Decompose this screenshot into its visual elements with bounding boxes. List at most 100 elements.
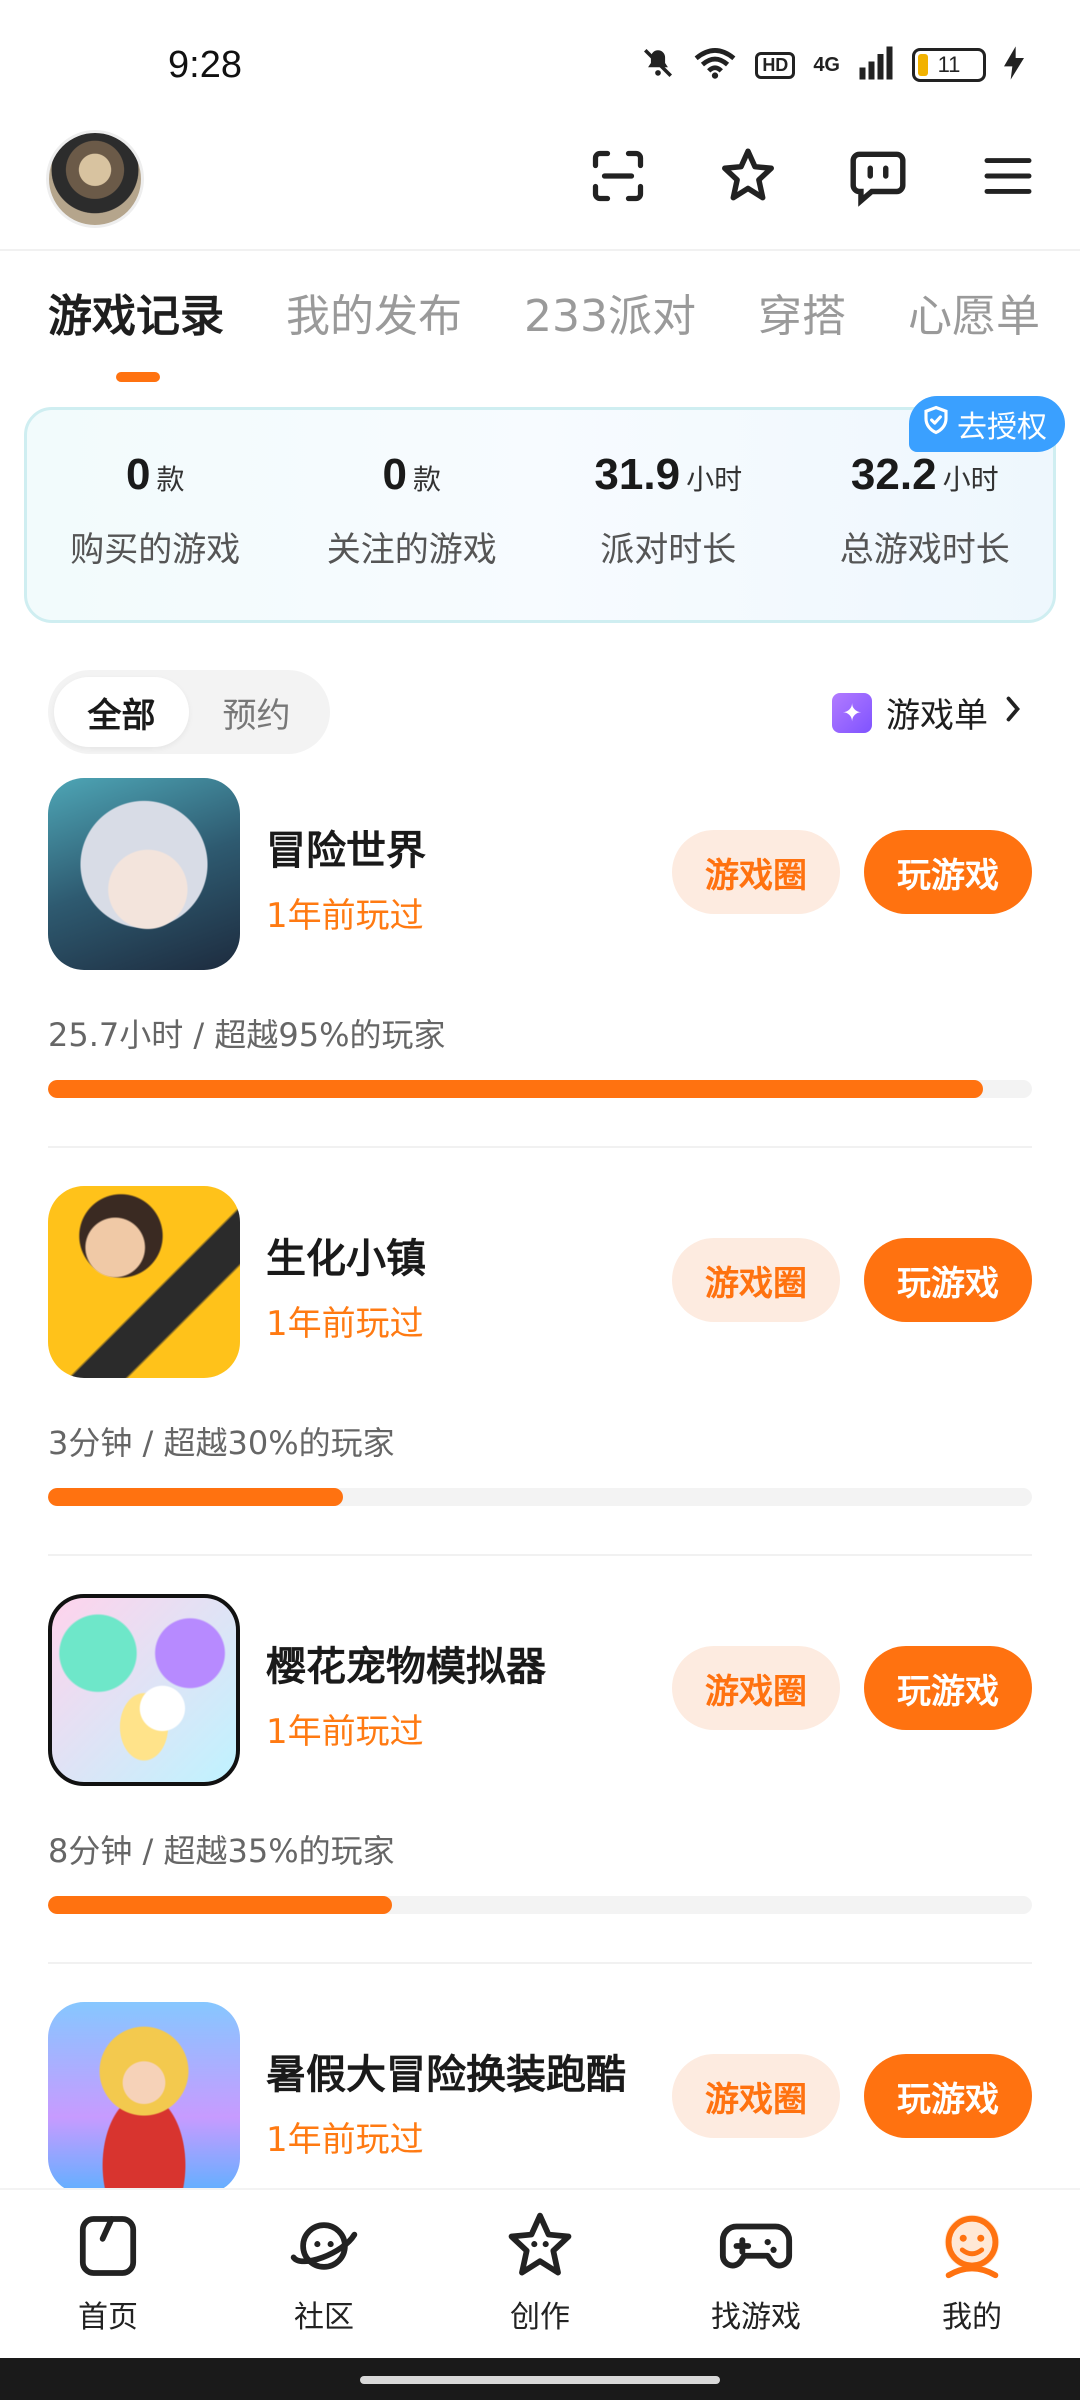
game-icon[interactable] xyxy=(48,2002,240,2194)
game-circle-button[interactable]: 游戏圈 xyxy=(672,830,840,914)
stat-label: 购买的游戏 xyxy=(70,530,241,570)
battery-indicator: 11 xyxy=(912,48,986,82)
play-game-button[interactable]: 玩游戏 xyxy=(864,1238,1032,1322)
tab-wishlist[interactable]: 心愿单 xyxy=(908,280,1040,344)
charging-icon xyxy=(1004,46,1024,84)
game-circle-button[interactable]: 游戏圈 xyxy=(672,1646,840,1730)
scan-icon[interactable] xyxy=(586,144,650,208)
status-time: 9:28 xyxy=(168,44,242,86)
menu-icon[interactable] xyxy=(976,144,1040,208)
chevron-right-icon xyxy=(1002,693,1024,733)
stat-purchased[interactable]: 0款 购买的游戏 xyxy=(27,450,284,571)
home-indicator[interactable] xyxy=(360,2376,720,2384)
nav-label: 创作 xyxy=(510,2300,570,2335)
authorize-badge[interactable]: 去授权 xyxy=(909,396,1065,452)
nav-label: 社区 xyxy=(294,2300,354,2335)
tab-party[interactable]: 233派对 xyxy=(524,280,696,344)
progress-fill xyxy=(48,1080,983,1098)
battery-level: 11 xyxy=(937,52,961,77)
game-playtime-stat: 25.7小时 / 超越95%的玩家 xyxy=(48,1016,446,1054)
game-circle-button[interactable]: 游戏圈 xyxy=(672,1238,840,1322)
playtime-progress-bar xyxy=(48,1080,1032,1098)
game-item[interactable]: 冒险世界 1年前玩过 游戏圈 玩游戏 25.7小时 / 超越95%的玩家 xyxy=(0,778,1080,1186)
header-divider xyxy=(0,249,1080,251)
stat-value: 32.2 xyxy=(850,450,937,499)
stats-row: 0款 购买的游戏 0款 关注的游戏 31.9 小时 派对时长 32.2 小时 总游戏… xyxy=(27,450,1053,571)
stat-unit: 小时 xyxy=(942,463,999,496)
mute-icon xyxy=(641,46,675,84)
authorize-label: 去授权 xyxy=(957,410,1047,445)
game-icon[interactable] xyxy=(48,778,240,970)
network-label: 4G xyxy=(813,53,840,76)
stat-label: 总游戏时长 xyxy=(839,530,1010,570)
nav-home[interactable]: 首页 xyxy=(0,2190,216,2358)
game-name: 生化小镇 xyxy=(266,1236,426,1282)
planet-icon xyxy=(284,2206,364,2286)
tab-my-posts[interactable]: 我的发布 xyxy=(286,280,462,344)
game-icon[interactable] xyxy=(48,1186,240,1378)
tab-outfits[interactable]: 穿搭 xyxy=(758,280,846,344)
play-game-button[interactable]: 玩游戏 xyxy=(864,1646,1032,1730)
game-last-played: 1年前玩过 xyxy=(266,896,424,936)
profile-tabs: 游戏记录 我的发布 233派对 穿搭 心愿单 xyxy=(48,280,1040,344)
progress-fill xyxy=(48,1488,344,1506)
nav-label: 我的 xyxy=(942,2300,1002,2335)
gamepad-icon xyxy=(716,2206,796,2286)
gamelist-label: 游戏单 xyxy=(886,696,988,736)
stat-followed[interactable]: 0款 关注的游戏 xyxy=(284,450,541,571)
nav-me[interactable]: 我的 xyxy=(864,2190,1080,2358)
message-icon[interactable] xyxy=(846,144,910,208)
progress-fill xyxy=(48,1896,393,1914)
bottom-nav: 首页 社区 创作 找游戏 我的 xyxy=(0,2188,1080,2358)
nav-find-games[interactable]: 找游戏 xyxy=(648,2190,864,2358)
system-gesture-area xyxy=(0,2358,1080,2400)
game-name: 暑假大冒险换装跑酷 xyxy=(266,2052,626,2098)
shield-icon xyxy=(921,405,951,443)
stat-party-time[interactable]: 31.9 小时 派对时长 xyxy=(540,450,797,571)
game-playtime-stat: 3分钟 / 超越30%的玩家 xyxy=(48,1424,395,1462)
tab-indicator xyxy=(116,372,160,382)
avatar[interactable] xyxy=(46,130,144,228)
nav-create[interactable]: 创作 xyxy=(432,2190,648,2358)
filter-reserved[interactable]: 预约 xyxy=(189,677,324,747)
game-item[interactable]: 樱花宠物模拟器 1年前玩过 游戏圈 玩游戏 8分钟 / 超越35%的玩家 xyxy=(0,1594,1080,2002)
stat-unit: 小时 xyxy=(686,463,743,496)
game-circle-button[interactable]: 游戏圈 xyxy=(672,2054,840,2138)
signal-icon xyxy=(858,46,894,84)
stat-total-time[interactable]: 32.2 小时 总游戏时长 xyxy=(797,450,1054,571)
badge-star-icon[interactable] xyxy=(716,144,780,208)
stat-value: 0 xyxy=(126,450,151,499)
game-name: 樱花宠物模拟器 xyxy=(266,1644,546,1690)
hd-badge: HD xyxy=(755,51,796,79)
filter-segment: 全部 预约 xyxy=(48,670,330,754)
status-icons: HD 4G 11 xyxy=(641,46,1024,84)
game-item[interactable]: 生化小镇 1年前玩过 游戏圈 玩游戏 3分钟 / 超越30%的玩家 xyxy=(0,1186,1080,1594)
playtime-progress-bar xyxy=(48,1488,1032,1506)
wifi-icon xyxy=(693,46,737,84)
play-game-button[interactable]: 玩游戏 xyxy=(864,2054,1032,2138)
header-actions xyxy=(586,144,1040,208)
filter-all[interactable]: 全部 xyxy=(54,677,189,747)
game-icon[interactable] xyxy=(48,1594,240,1786)
game-last-played: 1年前玩过 xyxy=(266,1304,424,1344)
game-last-played: 1年前玩过 xyxy=(266,1712,424,1752)
game-playtime-stat: 8分钟 / 超越35%的玩家 xyxy=(48,1832,395,1870)
playtime-progress-bar xyxy=(48,1896,1032,1914)
home-icon xyxy=(68,2206,148,2286)
stat-value: 0 xyxy=(382,450,407,499)
gamelist-link[interactable]: ✦ 游戏单 xyxy=(832,688,1024,737)
game-last-played: 1年前玩过 xyxy=(266,2120,424,2160)
nav-label: 找游戏 xyxy=(711,2300,801,2335)
play-game-button[interactable]: 玩游戏 xyxy=(864,830,1032,914)
star-face-icon xyxy=(500,2206,580,2286)
stat-unit: 款 xyxy=(412,463,441,496)
status-bar: 9:28 HD 4G 11 xyxy=(0,0,1080,120)
stat-value: 31.9 xyxy=(594,450,681,499)
nav-community[interactable]: 社区 xyxy=(216,2190,432,2358)
stats-card: 去授权 0款 购买的游戏 0款 关注的游戏 31.9 小时 派对时长 32.2 小时… xyxy=(24,396,1065,623)
tab-game-records[interactable]: 游戏记录 xyxy=(48,280,224,344)
game-list: 冒险世界 1年前玩过 游戏圈 玩游戏 25.7小时 / 超越95%的玩家 生化小… xyxy=(0,778,1080,2400)
item-divider xyxy=(48,1962,1032,1964)
stat-label: 关注的游戏 xyxy=(326,530,497,570)
nav-label: 首页 xyxy=(78,2300,138,2335)
